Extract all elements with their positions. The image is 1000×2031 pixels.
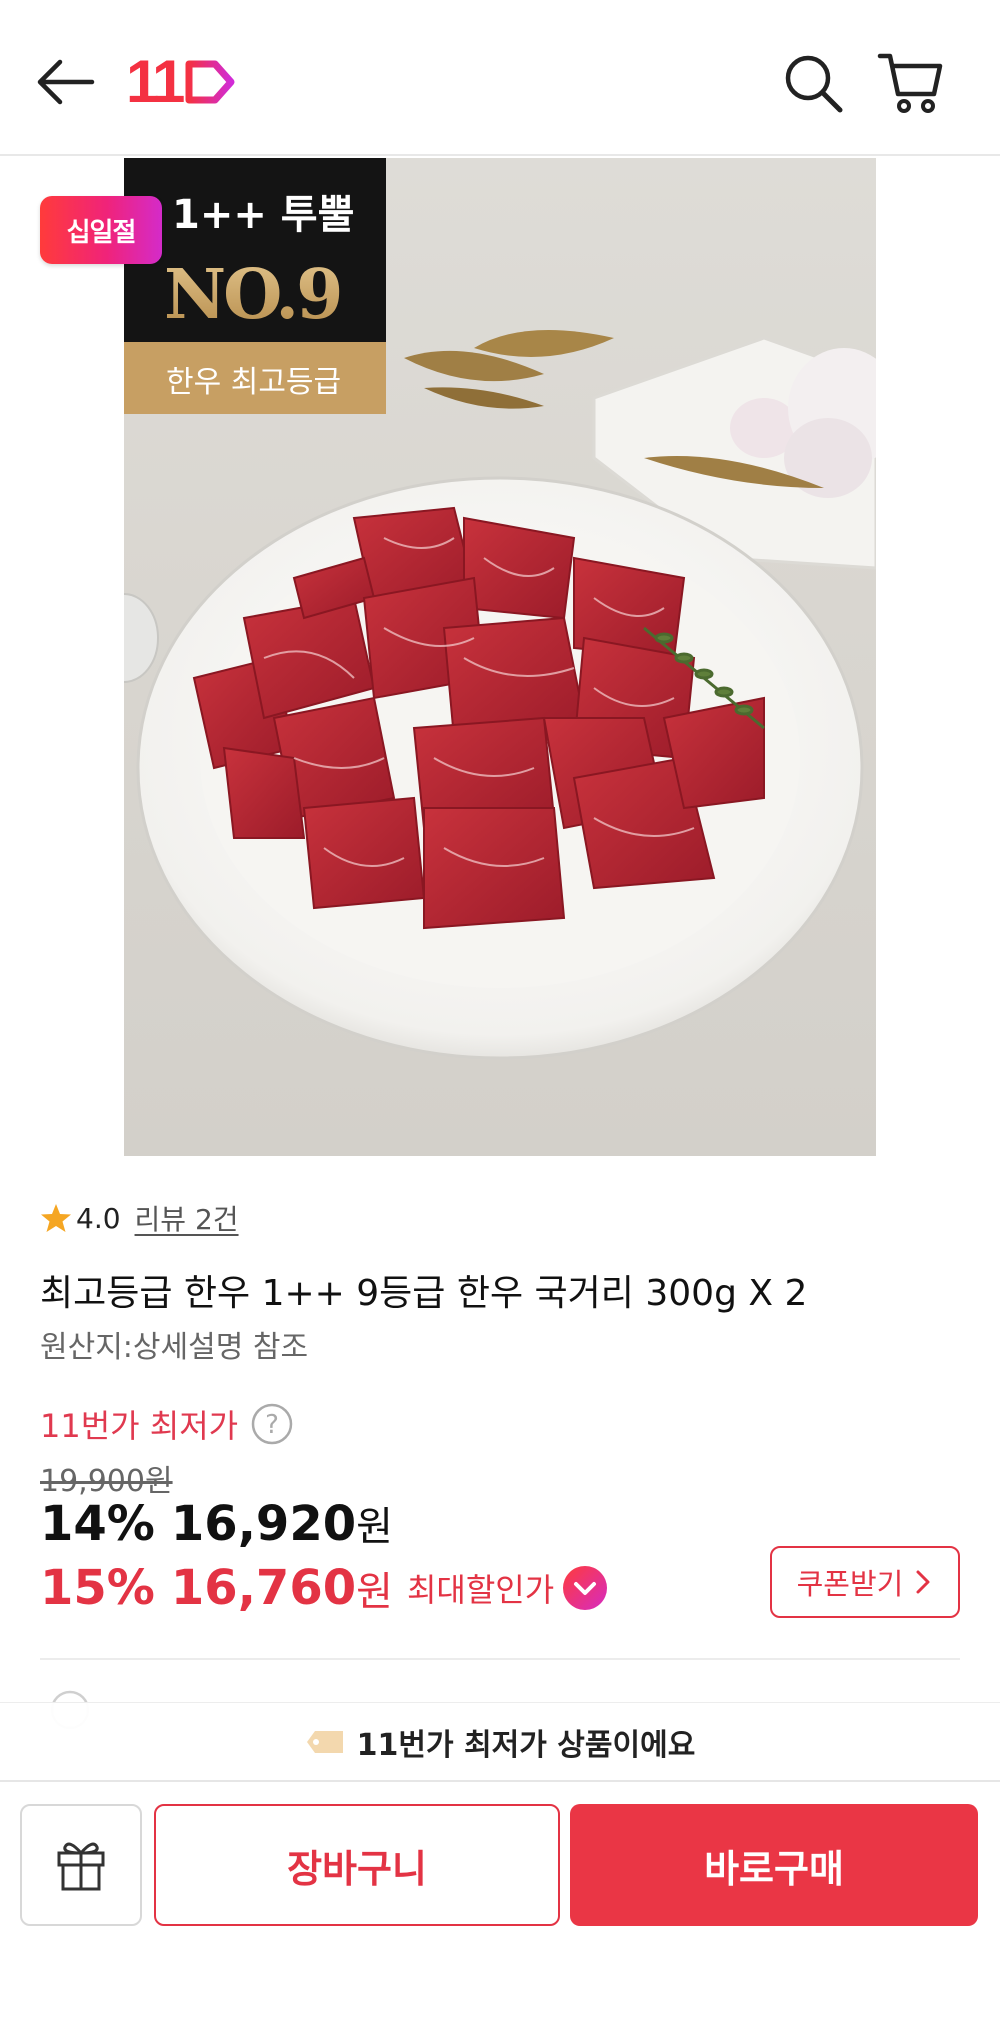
arrow-left-icon[interactable] — [30, 52, 100, 112]
grade-line1: 1++ 투뿔 — [172, 192, 354, 238]
currency-unit: 원 — [356, 1569, 393, 1615]
max-discount-label: 최대할인가 — [406, 1571, 555, 1609]
lowest-price-label: 11번가 최저가 ? — [40, 1402, 294, 1446]
currency-unit: 원 — [356, 1504, 393, 1550]
max-discount-percent: 15% — [40, 1560, 155, 1616]
coupon-label: 쿠폰받기 — [796, 1567, 904, 1601]
logo[interactable]: 11 — [126, 50, 237, 114]
grade-line3: 한우 최고등급 — [166, 365, 341, 400]
discount-amount: 16,920 — [170, 1496, 357, 1552]
price-tag-icon — [306, 1730, 343, 1753]
beef-photo: 1++ 투뿔 NO.9 한우 최고등급 — [124, 158, 876, 1060]
star-icon — [41, 1204, 71, 1232]
product-title: 최고등급 한우 1++ 9등급 한우 국거리 300g X 2 — [40, 1273, 808, 1314]
promo-badge: 십일절 — [40, 196, 162, 264]
logo-arrow-icon — [185, 60, 235, 104]
lowest-price-toast: 11번가 최저가 상품이에요 — [0, 1702, 1000, 1782]
rating-row: 4.0 리뷰 2건 — [40, 1198, 239, 1238]
divider — [40, 1658, 960, 1660]
product-page: 11 1++ 투뿔 NO.9 한우 최고등급 십일절 4.0 리뷰 2건 최고등… — [0, 0, 1000, 2031]
review-count-link[interactable]: 리뷰 2건 — [135, 1198, 239, 1238]
logo-text: 11 — [126, 48, 185, 115]
buy-now-button[interactable]: 바로구매 — [570, 1804, 978, 1926]
bottom-action-bar: 장바구니 바로구매 — [0, 1784, 1000, 2031]
max-discount-price-row: 15% 16,760 원 최대할인가 — [40, 1556, 608, 1620]
lowest-price-text: 11번가 최저가 — [40, 1407, 239, 1445]
question-icon[interactable]: ? — [250, 1402, 294, 1446]
toast-text: 11번가 최저가 상품이에요 — [356, 1727, 696, 1763]
chevron-down-icon[interactable] — [562, 1565, 608, 1611]
search-icon[interactable] — [780, 50, 846, 116]
add-to-cart-button[interactable]: 장바구니 — [154, 1804, 560, 1926]
cart-icon[interactable] — [876, 48, 946, 116]
product-origin: 원산지:상세설명 참조 — [40, 1330, 309, 1365]
svg-text:?: ? — [265, 1410, 279, 1440]
add-to-cart-label: 장바구니 — [287, 1846, 427, 1891]
top-header: 11 — [0, 0, 1000, 156]
grade-line2: NO.9 — [164, 255, 340, 335]
gift-button[interactable] — [20, 1804, 142, 1926]
rating-value: 4.0 — [76, 1201, 121, 1235]
discount-percent: 14% — [40, 1496, 155, 1552]
product-image[interactable]: 1++ 투뿔 NO.9 한우 최고등급 — [124, 158, 876, 1156]
chevron-right-icon — [916, 1570, 930, 1594]
gift-icon — [57, 1842, 105, 1891]
discount-price-row: 14% 16,920 원 — [40, 1494, 393, 1554]
coupon-button[interactable]: 쿠폰받기 — [770, 1546, 960, 1618]
max-discount-amount: 16,760 — [170, 1560, 357, 1616]
buy-now-label: 바로구매 — [704, 1846, 844, 1891]
